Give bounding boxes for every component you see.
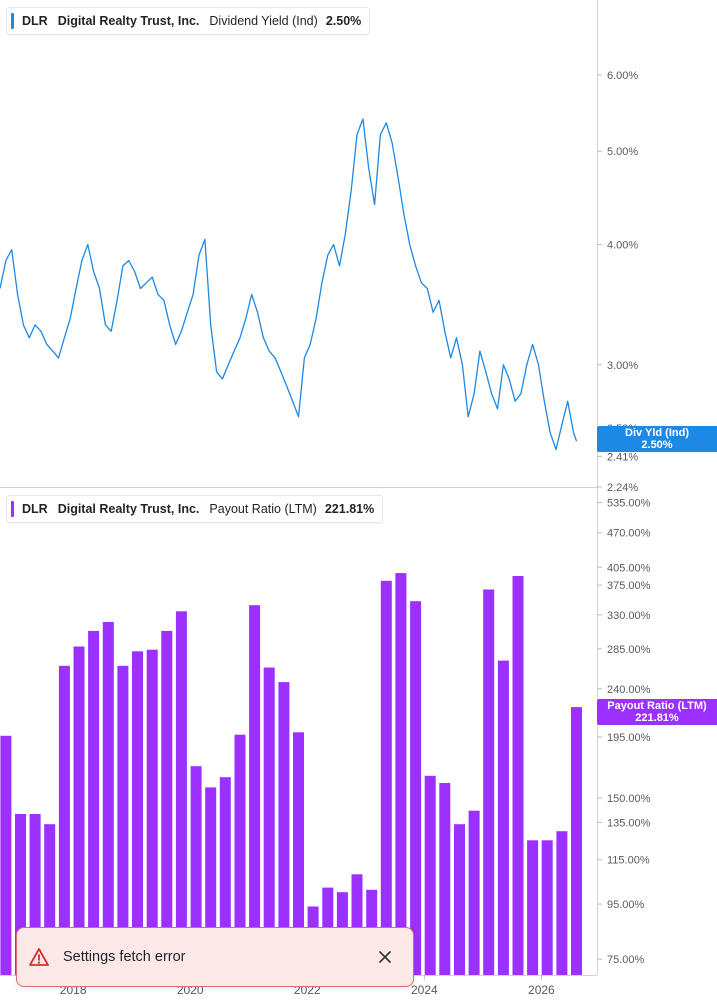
yield-tag-label: Div Yld (Ind) (625, 427, 689, 439)
payout-bar-28 (410, 601, 422, 975)
payout-ytick-label: 405.00% (607, 562, 651, 574)
payout-ytick-label: 135.00% (607, 817, 651, 829)
legend-swatch-yield (11, 13, 14, 29)
error-toast: Settings fetch error (16, 927, 414, 987)
xtick-label: 2024 (411, 983, 438, 997)
payout-bar-33 (483, 589, 495, 975)
payout-ytick-label: 330.00% (607, 610, 651, 622)
dividend-yield-legend[interactable]: DLR Digital Realty Trust, Inc. Dividend … (6, 7, 371, 35)
payout-ytick-label: 195.00% (607, 732, 651, 744)
xtick-label: 2026 (528, 983, 555, 997)
yield-ytick-label: 4.00% (607, 239, 638, 251)
payout-bar-39 (571, 707, 582, 975)
payout-bar-5 (73, 646, 85, 975)
legend-swatch-payout (11, 501, 14, 517)
payout-last-value-tag: Payout Ratio (LTM) 221.81% (597, 699, 717, 725)
payout-ratio-legend[interactable]: DLR Digital Realty Trust, Inc. Payout Ra… (6, 495, 384, 523)
warning-triangle-icon (29, 948, 49, 966)
payout-ytick-label: 535.00% (607, 498, 651, 510)
yield-ytick-label: 6.00% (607, 70, 638, 82)
yield-tag-value: 2.50% (641, 439, 673, 451)
legend-company: Digital Realty Trust, Inc. (57, 14, 200, 28)
payout-ytick-label: 285.00% (607, 644, 651, 656)
payout-ytick-label: 240.00% (607, 684, 651, 696)
legend-ticker: DLR (22, 502, 48, 516)
payout-ytick-label: 95.00% (607, 899, 645, 911)
payout-bar-12 (175, 611, 187, 975)
payout-bar-38 (556, 831, 568, 975)
payout-tag-label: Payout Ratio (LTM) (607, 700, 707, 712)
payout-bar-34 (497, 660, 509, 975)
payout-bar-26 (380, 580, 392, 975)
payout-bar-30 (439, 783, 451, 975)
payout-bar-35 (512, 576, 524, 975)
legend-company: Digital Realty Trust, Inc. (57, 502, 200, 516)
payout-bar-29 (424, 775, 436, 975)
dividend-yield-panel (0, 118, 578, 451)
payout-bar-0 (0, 735, 12, 975)
yield-last-value-tag: Div Yld (Ind) 2.50% (597, 426, 717, 452)
payout-bar-31 (454, 824, 465, 975)
payout-ytick-label: 150.00% (607, 793, 651, 805)
payout-bar-6 (88, 630, 100, 975)
payout-tag-value: 221.81% (635, 712, 679, 724)
payout-ratio-panel (0, 573, 582, 975)
payout-bar-32 (468, 810, 480, 975)
payout-bar-37 (541, 840, 553, 975)
payout-ytick-label: 115.00% (607, 855, 650, 867)
payout-ytick-label: 375.00% (607, 580, 651, 592)
legend-value: 2.50% (325, 14, 362, 28)
yield-ytick-label: 3.00% (607, 360, 638, 372)
payout-bar-27 (395, 573, 407, 975)
payout-bar-36 (527, 840, 539, 975)
yield-ytick-label: 2.24% (607, 482, 638, 494)
yield-ytick-label: 2.41% (607, 451, 638, 463)
payout-ytick-label: 470.00% (607, 528, 651, 540)
payout-bar-17 (249, 605, 261, 975)
toast-message: Settings fetch error (63, 949, 186, 965)
legend-ticker: DLR (22, 14, 48, 28)
legend-metric: Dividend Yield (Ind) (209, 14, 318, 28)
toast-close-button[interactable] (371, 943, 399, 971)
legend-metric: Payout Ratio (LTM) (209, 502, 317, 516)
dividend-yield-line (0, 118, 578, 451)
payout-ytick-label: 75.00% (607, 954, 645, 966)
legend-value: 221.81% (324, 502, 375, 516)
close-icon (379, 951, 391, 963)
payout-bar-11 (161, 630, 173, 975)
yield-ytick-label: 5.00% (607, 146, 638, 158)
payout-bar-7 (102, 622, 114, 975)
